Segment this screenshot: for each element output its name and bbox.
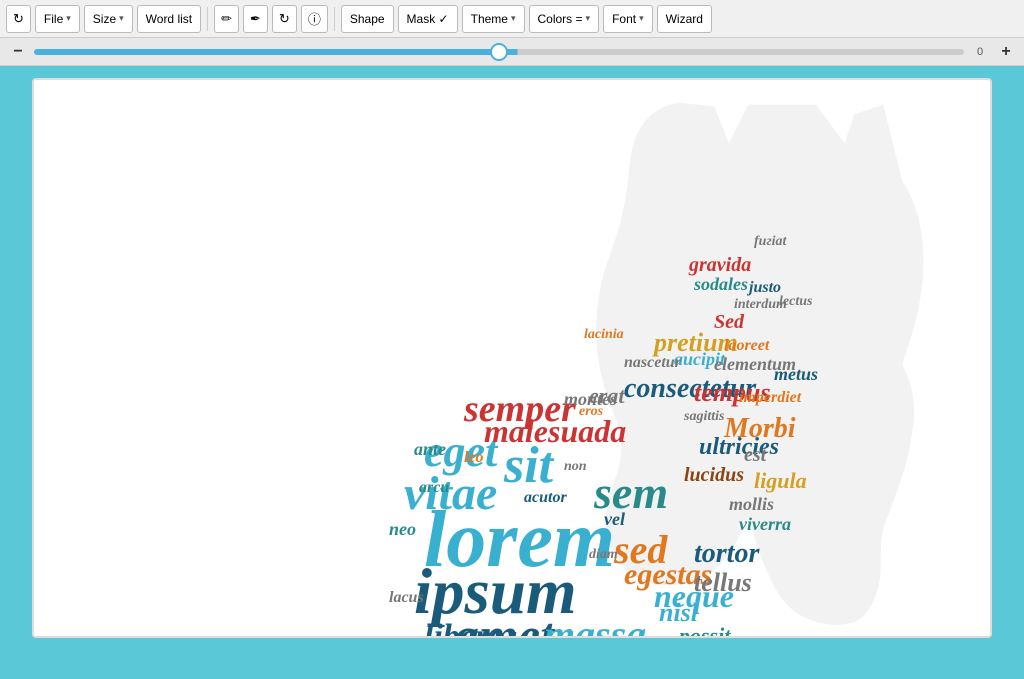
word-item: acutor xyxy=(524,490,567,506)
pencil-button[interactable]: ✏ xyxy=(214,5,239,33)
slider-minus[interactable]: − xyxy=(8,43,28,61)
file-dropdown-arrow: ▾ xyxy=(66,13,71,24)
word-item: lacus xyxy=(389,590,424,606)
wordlist-button[interactable]: Word list xyxy=(137,5,201,33)
canvas-area: loremipsumametvitaesitsemsedegetsemperma… xyxy=(0,66,1024,679)
word-item: nascetur xyxy=(624,355,681,371)
theme-button[interactable]: Theme ▾ xyxy=(462,5,525,33)
word-cloud-container[interactable]: loremipsumametvitaesitsemsedegetsemperma… xyxy=(32,78,992,638)
size-dropdown-arrow: ▾ xyxy=(119,13,124,24)
word-item: non xyxy=(564,460,587,474)
word-item: mollis xyxy=(729,495,774,513)
word-item: laoreet xyxy=(724,338,769,354)
file-label: File xyxy=(44,12,63,26)
file-button[interactable]: File ▾ xyxy=(35,5,80,33)
size-label: Size xyxy=(93,12,116,26)
font-label: Font xyxy=(612,12,636,26)
zoom-slider[interactable] xyxy=(34,49,964,55)
word-item: fuгiat xyxy=(754,235,786,249)
slider-plus[interactable]: + xyxy=(996,43,1016,61)
colors-button[interactable]: Colors = ▾ xyxy=(529,5,600,33)
word-item: lectus xyxy=(779,295,812,309)
shape-label: Shape xyxy=(350,12,385,26)
word-item: neo xyxy=(389,520,416,538)
word-item: dui xyxy=(504,630,536,638)
words-container: loremipsumametvitaesitsemsedegetsemperma… xyxy=(34,80,990,636)
word-item: viverra xyxy=(739,515,791,533)
word-item: arcu xyxy=(419,480,449,496)
size-button[interactable]: Size ▾ xyxy=(84,5,133,33)
pencil2-button[interactable]: ✒ xyxy=(243,5,268,33)
colors-label: Colors = xyxy=(538,12,583,26)
word-item: vitae xyxy=(404,470,497,518)
redo-button[interactable]: ↻ xyxy=(272,5,297,33)
word-item: lucidus xyxy=(684,465,744,485)
colors-dropdown-arrow: ▾ xyxy=(586,13,591,24)
wizard-button[interactable]: Wizard xyxy=(657,5,712,33)
shape-button[interactable]: Shape xyxy=(341,5,394,33)
word-item: possit xyxy=(679,625,730,638)
slider-bar: − 0 + xyxy=(0,38,1024,66)
wordlist-label: Word list xyxy=(146,12,192,26)
info-button[interactable]: ⓘ xyxy=(301,5,328,33)
wizard-label: Wizard xyxy=(666,12,703,26)
word-item: sodales xyxy=(694,275,748,293)
word-item: leo xyxy=(464,450,484,466)
refresh-button[interactable]: ↻ xyxy=(6,5,31,33)
word-item: imperdiet xyxy=(739,390,801,406)
word-item: tortor xyxy=(694,540,759,568)
word-item: ante xyxy=(414,440,446,458)
word-item: vel xyxy=(604,510,625,528)
word-item: Morbi xyxy=(724,415,796,443)
mask-label: Mask ✓ xyxy=(407,12,449,26)
toolbar: ↻ File ▾ Size ▾ Word list ✏ ✒ ↻ ⓘ Shape … xyxy=(0,0,1024,38)
theme-label: Theme xyxy=(471,12,508,26)
word-item: diam xyxy=(589,548,618,562)
theme-dropdown-arrow: ▾ xyxy=(511,13,516,24)
word-item: metus xyxy=(774,365,818,383)
separator-2 xyxy=(334,7,335,31)
word-item: gravida xyxy=(689,255,751,275)
word-item: est xyxy=(744,445,766,465)
word-item: sagittis xyxy=(684,410,724,424)
word-item: justo xyxy=(749,280,781,296)
word-item: tellus xyxy=(694,570,752,596)
mask-button[interactable]: Mask ✓ xyxy=(398,5,458,33)
word-item: libero xyxy=(424,620,505,638)
separator-1 xyxy=(207,7,208,31)
word-item: malesuada xyxy=(484,415,626,447)
word-item: massa xyxy=(544,615,646,638)
word-item: Sed xyxy=(714,312,744,332)
font-dropdown-arrow: ▾ xyxy=(639,13,644,24)
word-item: lacinia xyxy=(584,328,624,342)
word-item: eros xyxy=(579,405,603,419)
word-item: ligula xyxy=(754,470,807,492)
slider-value: 0 xyxy=(970,46,990,58)
font-button[interactable]: Font ▾ xyxy=(603,5,653,33)
